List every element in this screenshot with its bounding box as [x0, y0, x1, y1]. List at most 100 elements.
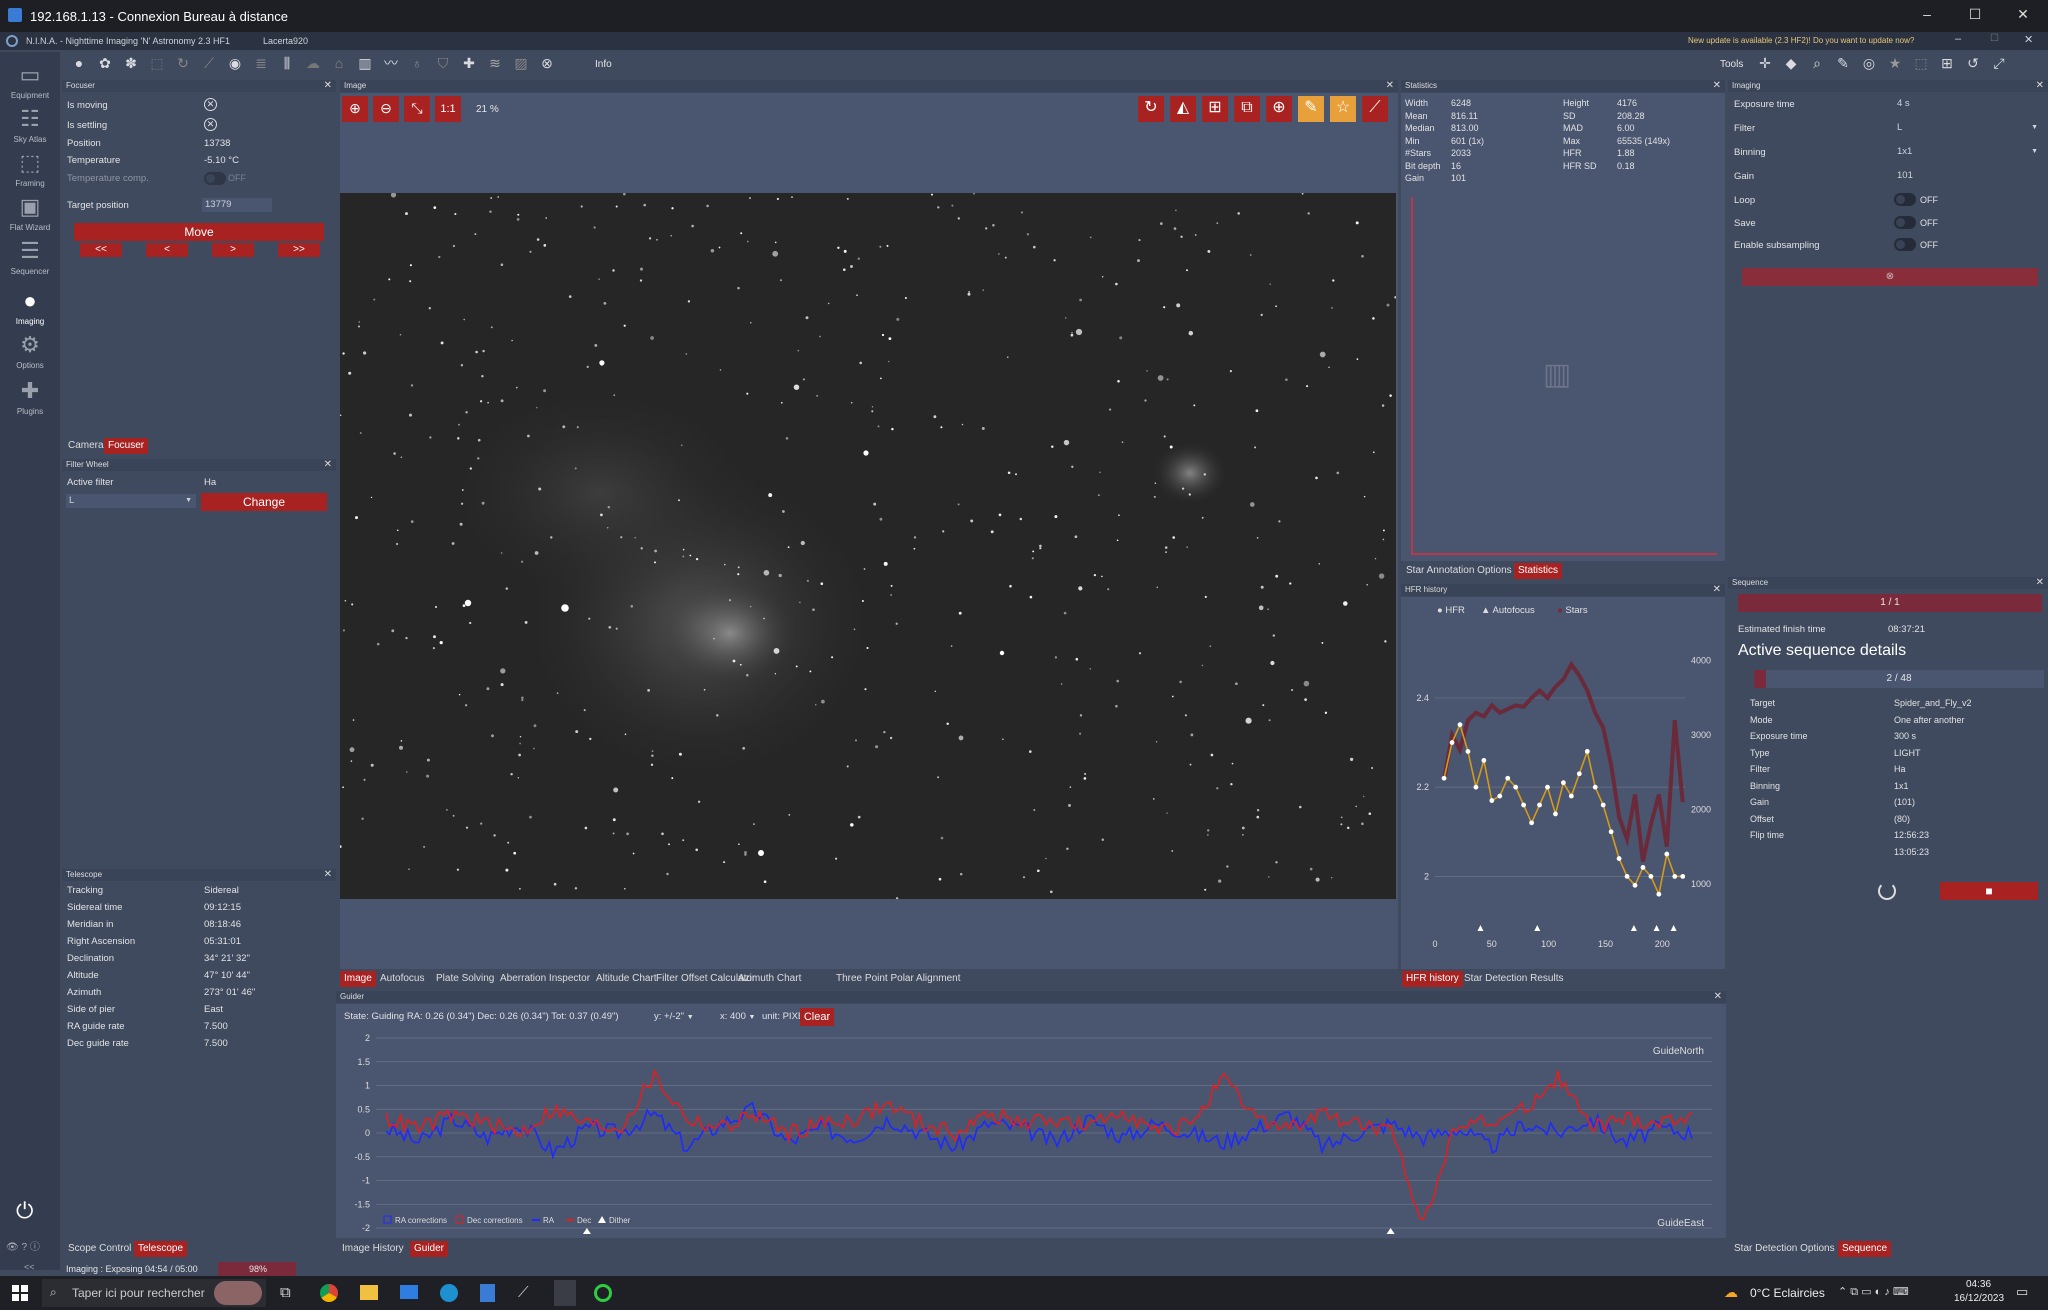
sidebar-item-equipment[interactable]: ▭ Equipment: [0, 62, 60, 100]
close-icon[interactable]: ✕: [2036, 80, 2044, 92]
fullscreen-icon[interactable]: ⤢: [1988, 52, 2010, 74]
star-icon[interactable]: ★: [1884, 52, 1906, 74]
close-icon[interactable]: ✕: [1386, 80, 1394, 92]
guider-icon[interactable]: ◉: [224, 52, 246, 74]
zoom-out-button[interactable]: ⊖: [373, 96, 399, 122]
mail-icon[interactable]: [400, 1285, 418, 1299]
loop-toggle[interactable]: [1894, 193, 1916, 206]
step-forward-button[interactable]: >: [212, 243, 254, 257]
gain-input[interactable]: 101: [1894, 169, 2042, 183]
tab-guider[interactable]: Guider: [410, 1241, 449, 1257]
crop-icon[interactable]: ⧉: [1234, 96, 1260, 122]
filter-select[interactable]: L ▼: [1894, 121, 2042, 135]
close-icon[interactable]: ✕: [324, 80, 332, 92]
sidebar-item-sky-atlas[interactable]: ☷ Sky Atlas: [0, 106, 60, 144]
crosshair-overlay-icon[interactable]: ⊕: [1266, 96, 1292, 122]
weather-icon[interactable]: ☁: [302, 52, 324, 74]
search-icon[interactable]: ⌕: [1806, 52, 1828, 74]
app-minimize-button[interactable]: –: [1955, 33, 1961, 45]
guider-chart[interactable]: 2 1.5 1 0.5 0 -0.5 -1 -1.5 -2 GuideNorth GuideEast…: [336, 1028, 1726, 1238]
zoom-one-to-one-button[interactable]: 1:1: [435, 96, 461, 122]
tab-telescope[interactable]: Telescope: [134, 1241, 188, 1257]
tab-star-annotation-options[interactable]: Star Annotation Options: [1402, 563, 1516, 579]
plugin-icon[interactable]: ✚: [458, 52, 480, 74]
update-notice[interactable]: New update is available (2.3 HF2)! Do yo…: [1688, 36, 1914, 45]
history-icon[interactable]: ↺: [1962, 52, 1984, 74]
app-close-button[interactable]: ✕: [2024, 33, 2033, 46]
document-icon[interactable]: [480, 1284, 495, 1302]
zoom-in-button[interactable]: ⊕: [342, 96, 368, 122]
close-icon[interactable]: ✕: [324, 459, 332, 471]
sidebar-item-flat-wizard[interactable]: ▣ Flat Wizard: [0, 194, 60, 232]
layers-icon[interactable]: ≋: [484, 52, 506, 74]
tab-statistics[interactable]: Statistics: [1514, 563, 1563, 579]
collapse-icon[interactable]: <<: [24, 1262, 35, 1272]
close-icon[interactable]: ✕: [1713, 584, 1721, 596]
hfr-chart[interactable]: 2 2.2 2.4 1000 2000 3000 4000 0 50 100 150 200: [1401, 621, 1725, 961]
tab-image-4[interactable]: Altitude Chart: [592, 971, 661, 987]
system-tray-icons[interactable]: ⌃ ⧉ ▭ ◐ ♪ ⌨: [1838, 1285, 1909, 1299]
minimize-button[interactable]: –: [1912, 6, 1942, 22]
remote-desktop-taskbar-icon[interactable]: [554, 1280, 576, 1306]
x-range-select[interactable]: x: 400 ▼: [720, 1011, 755, 1022]
mount-icon[interactable]: ↻: [172, 52, 194, 74]
save-toggle[interactable]: [1894, 216, 1916, 229]
detect-stars-icon[interactable]: ☆: [1330, 96, 1356, 122]
tab-star-detection-options[interactable]: Star Detection Options: [1730, 1241, 1839, 1257]
close-icon[interactable]: ✕: [1713, 80, 1721, 92]
pencil-icon[interactable]: ✎: [1832, 52, 1854, 74]
auto-stretch-icon[interactable]: ✎: [1298, 96, 1324, 122]
sidebar-item-framing[interactable]: ⬚ Framing: [0, 150, 60, 188]
switch-icon[interactable]: ≣: [250, 52, 272, 74]
grid-icon[interactable]: ⊞: [1936, 52, 1958, 74]
guide-graph-icon[interactable]: 〰: [380, 52, 402, 74]
tab-sequence[interactable]: Sequence: [1838, 1241, 1892, 1257]
tool-eraser-icon[interactable]: ◆: [1780, 52, 1802, 74]
close-icon[interactable]: ✕: [324, 869, 332, 881]
zoom-fit-button[interactable]: ⤡: [404, 96, 430, 122]
capture-button[interactable]: ⊗: [1742, 268, 2038, 286]
notification-icon[interactable]: ▭: [2016, 1284, 2028, 1300]
close-icon[interactable]: ✕: [1714, 991, 1722, 1003]
image-icon[interactable]: ▨: [510, 52, 532, 74]
astro-image[interactable]: [340, 193, 1396, 899]
bulb-icon[interactable]: ♁: [406, 52, 428, 74]
chart-icon[interactable]: ▥: [354, 52, 376, 74]
tab-image-7[interactable]: Three Point Polar Alignment: [832, 971, 965, 987]
stop-sequence-button[interactable]: ■: [1940, 882, 2038, 900]
close-icon[interactable]: ✕: [2036, 577, 2044, 589]
sidebar-item-options[interactable]: ⚙ Options: [0, 332, 60, 370]
frame-icon[interactable]: ⬚: [1910, 52, 1932, 74]
target-position-input[interactable]: 13779: [202, 198, 272, 212]
step-fast-forward-button[interactable]: >>: [278, 243, 320, 257]
telescope-icon[interactable]: ⟋: [198, 52, 220, 74]
tab-image-1[interactable]: Autofocus: [376, 971, 428, 987]
maximize-button[interactable]: ☐: [1960, 6, 1990, 23]
telescope-app-icon[interactable]: ⟋: [518, 1284, 529, 1301]
clear-button[interactable]: Clear: [800, 1008, 834, 1026]
tab-star-detection-results[interactable]: Star Detection Results: [1460, 971, 1568, 987]
filter-wheel-icon[interactable]: ✿: [94, 52, 116, 74]
tab-image-3[interactable]: Aberration Inspector: [496, 971, 594, 987]
grid-overlay-icon[interactable]: ⊞: [1202, 96, 1228, 122]
flat-panel-icon[interactable]: ⫼: [276, 52, 298, 74]
tab-camera[interactable]: Camera: [64, 438, 108, 454]
sidebar-item-plugins[interactable]: ✚ Plugins: [0, 378, 60, 416]
rotator-icon[interactable]: ⬚: [146, 52, 168, 74]
app-maximize-button[interactable]: ☐: [1990, 33, 1999, 44]
filter-select[interactable]: L ▼: [66, 494, 196, 508]
step-fast-back-button[interactable]: <<: [80, 243, 122, 257]
temp-comp-toggle[interactable]: [204, 172, 226, 185]
change-filter-button[interactable]: Change: [201, 493, 327, 511]
crosshair-icon[interactable]: ✛: [1754, 52, 1776, 74]
weather-text[interactable]: 0°C Eclaircies: [1750, 1286, 1825, 1300]
flip-icon[interactable]: ◭: [1170, 96, 1196, 122]
tab-image-history[interactable]: Image History: [338, 1241, 408, 1257]
clock-date[interactable]: 16/12/2023: [1954, 1293, 2004, 1304]
subsampling-toggle[interactable]: [1894, 238, 1916, 251]
info-icon[interactable]: ⊗: [536, 52, 558, 74]
close-button[interactable]: ✕: [2008, 6, 2038, 23]
rotate-icon[interactable]: ↻: [1138, 96, 1164, 122]
dome-icon[interactable]: ⌂: [328, 52, 350, 74]
step-back-button[interactable]: <: [146, 243, 188, 257]
